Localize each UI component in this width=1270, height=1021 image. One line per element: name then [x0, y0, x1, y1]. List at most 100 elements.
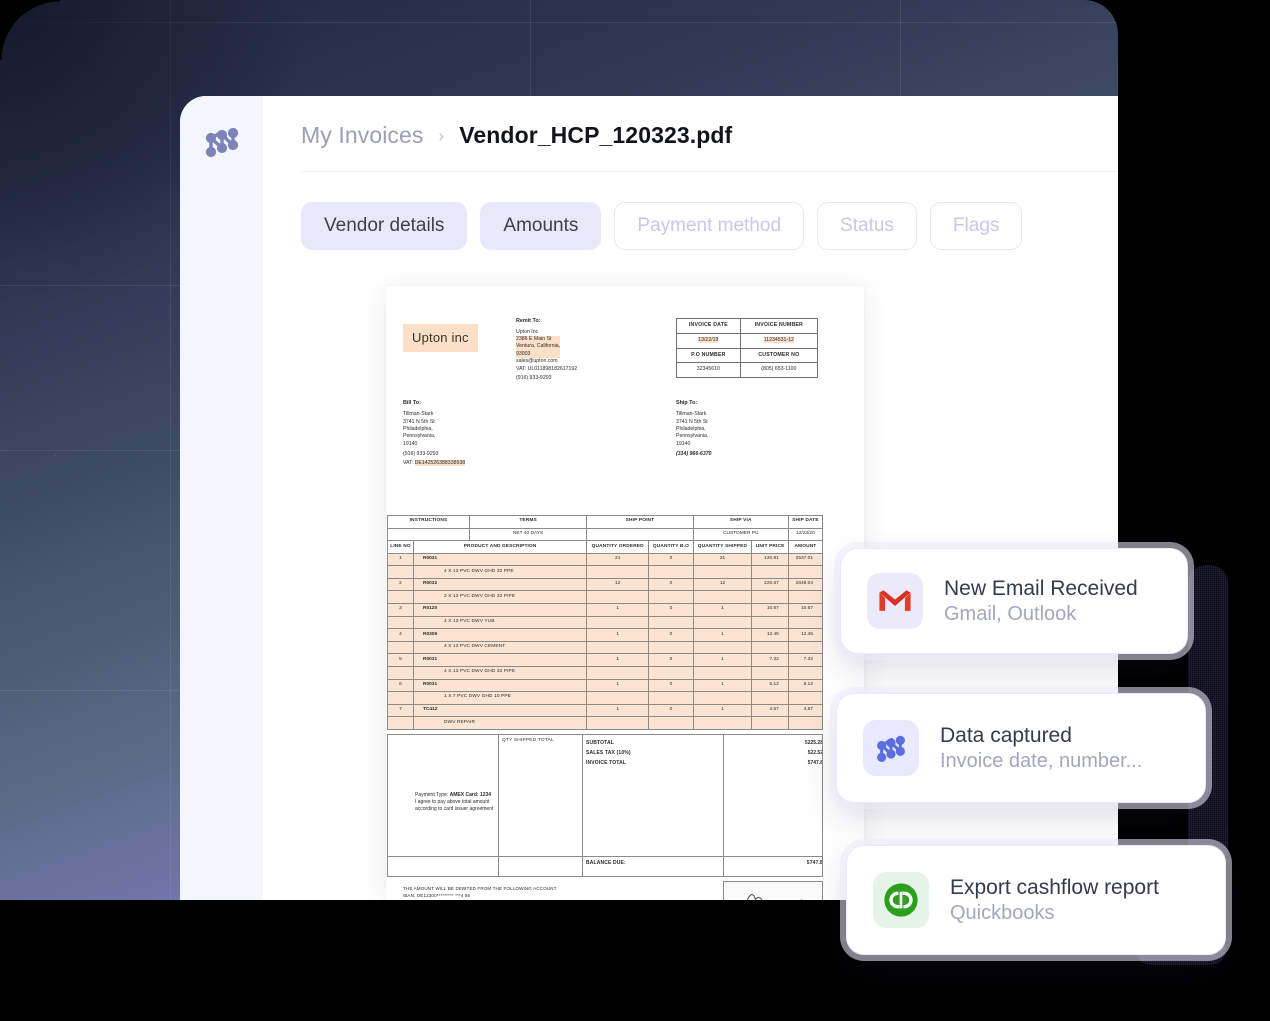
line-item-description-row: 2 X 13 PVC DWV GHD 32 PIPE	[387, 590, 824, 605]
line-qty-ordered: 1	[586, 628, 650, 642]
line-description: 4 X 13 PVC DWV GHD 32 PPE	[412, 565, 588, 579]
line-no: 3	[387, 603, 414, 617]
val-ship-point	[586, 527, 694, 542]
bill-to-vat-label: VAT:	[403, 459, 414, 466]
bank-details-block: THE AMOUNT WILL BE DEBITED FROM THE FOLL…	[403, 886, 693, 900]
val-instructions	[387, 527, 470, 542]
invoice-total-label: INVOICE TOTAL	[586, 759, 627, 766]
tab-payment-method[interactable]: Payment method	[614, 202, 805, 250]
line-description: 2 X 13 PVC DWV GHD 32 PIPE	[412, 590, 588, 605]
line-qty-bo: 0	[648, 552, 694, 567]
nanonets-icon	[863, 720, 919, 776]
line-qty-shipped: 21	[692, 552, 753, 567]
ship-to-address-4: 19140	[676, 440, 691, 447]
notification-card-data-captured[interactable]: Data captured Invoice date, number...	[836, 693, 1206, 803]
line-item-description-row: 4 X 13 PVC DWV YUB	[387, 615, 824, 630]
subtotal-label: SUBTOTAL	[586, 739, 614, 746]
tab-amounts[interactable]: Amounts	[480, 202, 602, 250]
sales-tax-label: SALES TAX (10%)	[586, 749, 631, 756]
line-no-spacer	[387, 640, 414, 655]
invoice-document-preview[interactable]: Upton inc Remit To: Upton Inc 2386 E Mai…	[386, 286, 864, 900]
remit-to-label: Remit To:	[516, 318, 541, 324]
tab-flags[interactable]: Flags	[929, 202, 1023, 250]
val-ship-via: CUSTOMER PU	[692, 527, 789, 542]
breadcrumb: My Invoices › Vendor_HCP_120323.pdf	[301, 122, 732, 149]
col-terms: TERMS	[468, 515, 588, 529]
line-no-spacer	[387, 716, 414, 730]
col-ship-date: SHIP DATE	[787, 515, 824, 529]
sparkle-icon	[0, 390, 120, 520]
gmail-icon	[867, 573, 923, 629]
line-qty-bo: 0	[648, 653, 694, 667]
header-divider	[301, 171, 1118, 172]
line-sku: R0309	[412, 628, 588, 642]
col-amount: AMOUNT	[787, 540, 824, 554]
line-qty-shipped: 1	[692, 628, 753, 642]
signature-box	[723, 881, 823, 900]
remit-address-1: 2386 E Main St	[516, 336, 552, 343]
remit-phone: (916) 933-9293	[516, 374, 552, 381]
invoice-total-value: 5747.8	[807, 759, 823, 766]
ship-to-address-1: 3741 N 5th St	[676, 418, 708, 425]
tab-status[interactable]: Status	[817, 202, 917, 250]
nanonets-node-logo-icon[interactable]	[202, 122, 242, 162]
breadcrumb-current-file: Vendor_HCP_120323.pdf	[459, 122, 733, 148]
line-description: 1 X 7 PVC DWV GHD 10 PPE	[412, 691, 588, 705]
payment-type-line: Payment Type: AMEX Card: 1234	[415, 792, 565, 799]
shipping-value-row: NET 40 DAYS CUSTOMER PU 12/23/20	[387, 527, 824, 542]
notification-card-export-cashflow[interactable]: Export cashflow report Quickbooks	[846, 845, 1226, 955]
line-qty-shipped: 12	[692, 577, 753, 592]
line-amount: 4.67	[787, 703, 824, 718]
line-item-row: 6 R0031 1 0 1 5.12 5.12	[387, 678, 824, 693]
app-sidebar-rail	[180, 96, 263, 900]
payment-agreement-1: I agree to pay above total amount	[415, 799, 490, 806]
payment-agreement-2: according to card issuer agreement	[415, 806, 494, 813]
line-amount: 2648.04	[787, 577, 824, 592]
invoice-totals: SUBTOTAL 5225.28 SALES TAX (10%) 522.52 …	[586, 738, 823, 768]
line-item-description-row: 4 X 13 PVC DWV GHD 32 PPE	[387, 565, 824, 579]
total-row: SALES TAX (10%) 522.52	[586, 748, 823, 758]
line-no-spacer	[387, 615, 414, 630]
line-no-spacer	[387, 590, 414, 605]
notification-subtitle: Quickbooks	[950, 901, 1055, 924]
line-amount: 10.67	[787, 603, 824, 617]
line-amount: 2537.01	[787, 552, 824, 567]
bill-to-block: Bill To: Tillman-Stark 3741 N 5th St Phi…	[403, 400, 543, 467]
line-no: 6	[387, 678, 414, 693]
line-no: 5	[387, 653, 414, 667]
line-item-description-row: 4 X 13 PVC DWV GHD 32 PIPE	[387, 665, 824, 680]
remit-to-block: Remit To: Upton Inc 2386 E Main St Ventu…	[516, 318, 646, 382]
line-no-spacer	[387, 665, 414, 680]
line-sku: TC412	[412, 703, 588, 718]
line-qty-bo: 0	[648, 577, 694, 592]
bill-to-address-2: Philadelphia,	[403, 425, 433, 432]
line-qty-ordered: 1	[586, 703, 650, 718]
notification-title: Data captured	[940, 723, 1072, 747]
line-items-header-row: LINE NO PRODUCT AND DESCRIPTION QUANTITY…	[387, 540, 824, 554]
total-row: SUBTOTAL 5225.28	[586, 738, 823, 748]
col-instructions: INSTRUCTIONS	[387, 515, 470, 529]
notification-card-new-email[interactable]: New Email Received Gmail, Outlook	[840, 548, 1188, 654]
line-no: 1	[387, 552, 414, 567]
payment-type-block: Payment Type: AMEX Card: 1234 I agree to…	[415, 792, 565, 813]
line-item-row: 5 R0031 1 0 1 7.32 7.32	[387, 653, 824, 667]
line-description: 4 X 13 PVC DWV GHD 32 PIPE	[412, 665, 588, 680]
breadcrumb-root-link[interactable]: My Invoices	[301, 122, 424, 149]
bill-to-label: Bill To:	[403, 400, 421, 406]
invoice-date-text: 13/22/19	[698, 336, 719, 343]
balance-due-label: BALANCE DUE:	[586, 860, 626, 866]
line-qty-ordered: 1	[586, 603, 650, 617]
col-line-no: LINE NO	[387, 540, 414, 554]
tab-vendor-details[interactable]: Vendor details	[301, 202, 468, 250]
line-item-row: 3 R0120 1 0 1 10.67 10.67	[387, 603, 824, 617]
val-terms: NET 40 DAYS	[468, 527, 588, 542]
sales-tax-value: 522.52	[807, 749, 823, 756]
line-item-description-row: 1 X 7 PVC DWV GHD 10 PPE	[387, 691, 824, 705]
qty-shipped-total-label: QTY SHIPPED TOTAL	[502, 738, 554, 743]
invoice-line-items-table: INSTRUCTIONS TERMS SHIP POINT SHIP VIA S…	[387, 515, 824, 730]
line-item-row: 7 TC412 1 0 1 4.67 4.67	[387, 703, 824, 718]
panel-corner-mask	[0, 0, 60, 60]
line-item-description-row: 4 X 13 PVC DWV CEMENT	[387, 640, 824, 655]
payment-type-label: Payment Type:	[415, 792, 449, 798]
col-ship-point: SHIP POINT	[586, 515, 694, 529]
